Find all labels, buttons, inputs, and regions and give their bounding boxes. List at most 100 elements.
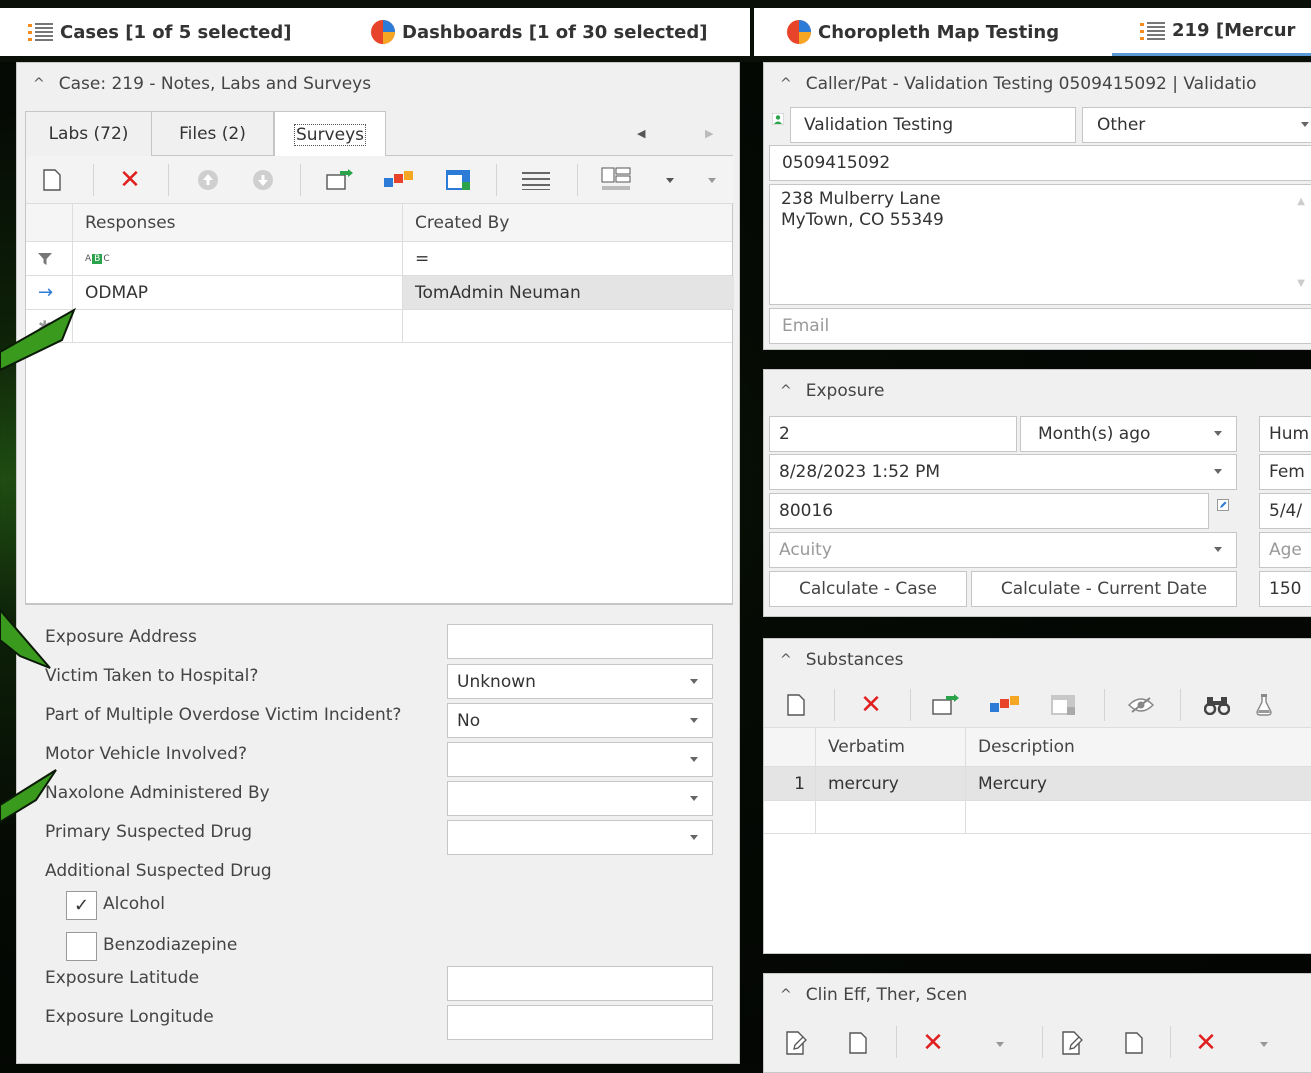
caller-address-textarea[interactable]: 238 Mulberry Lane MyTown, CO 55349 ▲ ▼ <box>769 184 1311 305</box>
new-document-icon[interactable] <box>1122 1030 1146 1056</box>
collapse-chevron-icon[interactable]: ^ <box>33 76 45 92</box>
callout-arrow <box>0 307 76 372</box>
gender-select[interactable]: Fem <box>1259 454 1311 490</box>
filter-created-by[interactable]: = <box>403 242 734 275</box>
document-tab-bar: Cases [1 of 5 selected] Dashboards [1 of… <box>0 0 1311 62</box>
dropdown-arrow-icon[interactable] <box>666 178 674 183</box>
subtab-surveys[interactable]: Surveys <box>274 111 386 157</box>
scroll-down-icon[interactable]: ▼ <box>1297 273 1305 294</box>
calculate-current-date-button[interactable]: Calculate - Current Date <box>971 571 1237 607</box>
column-header-created-by[interactable]: Created By <box>403 204 734 241</box>
latitude-input[interactable] <box>447 966 713 1001</box>
benzodiazepine-checkbox[interactable] <box>66 932 97 961</box>
column-header-verbatim[interactable]: Verbatim <box>816 728 966 766</box>
cell-created-by[interactable]: TomAdmin Neuman <box>403 276 734 309</box>
subtab-labs[interactable]: Labs (72) <box>25 111 152 156</box>
scroll-left-icon[interactable]: ◀ <box>637 127 645 140</box>
scroll-right-icon[interactable]: ▶ <box>705 127 713 140</box>
hide-eye-icon[interactable] <box>1126 693 1156 717</box>
motor-vehicle-select[interactable] <box>447 742 713 777</box>
delete-icon[interactable]: ✕ <box>859 690 883 720</box>
edit-document-icon[interactable] <box>1060 1030 1086 1056</box>
collapse-chevron-icon[interactable]: ^ <box>780 76 792 92</box>
table-row[interactable]: → ODMAP TomAdmin Neuman <box>26 276 734 310</box>
cell-new-created-by[interactable] <box>403 310 734 342</box>
collapse-chevron-icon[interactable]: ^ <box>780 383 792 399</box>
collapse-chevron-icon[interactable]: ^ <box>780 652 792 668</box>
chevron-down-icon <box>1301 122 1309 127</box>
cell-description[interactable]: Mercury <box>966 767 1311 800</box>
exposure-amount-input[interactable]: 2 <box>769 416 1017 452</box>
new-item-row[interactable]: ✱ <box>26 310 732 343</box>
panel-header[interactable]: ^ Caller/Pat - Validation Testing 050941… <box>764 63 1311 105</box>
export-icon[interactable] <box>932 693 960 717</box>
age-input[interactable]: Age <box>1259 532 1311 568</box>
subtab-files[interactable]: Files (2) <box>152 111 274 156</box>
species-select[interactable]: Hum <box>1259 416 1311 452</box>
columns-chooser-icon[interactable] <box>384 168 414 192</box>
email-input[interactable]: Email <box>769 308 1311 344</box>
tab-choropleth[interactable]: Choropleth Map Testing <box>754 8 1112 56</box>
dropdown-arrow-icon[interactable] <box>1260 1042 1268 1047</box>
cell-new-verbatim[interactable] <box>816 801 966 833</box>
layout-icon[interactable] <box>444 168 472 192</box>
tab-case-219[interactable]: 219 [Mercur <box>1112 8 1311 56</box>
surveys-grid-area: ✕ Responses Created By A B C = → ODMAP T… <box>25 156 734 604</box>
caller-type-select[interactable]: Other <box>1082 107 1311 143</box>
panel-header[interactable]: ^ Clin Eff, Ther, Scen <box>764 974 1311 1016</box>
flask-icon[interactable] <box>1252 693 1276 717</box>
move-down-icon[interactable] <box>251 168 275 192</box>
exposure-address-input[interactable] <box>447 624 713 659</box>
victim-hospital-select[interactable]: Unknown <box>447 664 713 699</box>
new-item-row[interactable] <box>764 801 1311 834</box>
collapse-chevron-icon[interactable]: ^ <box>780 987 792 1003</box>
delete-icon[interactable]: ✕ <box>118 165 142 195</box>
acuity-select[interactable]: Acuity <box>769 532 1237 568</box>
table-row[interactable]: 1 mercury Mercury <box>764 767 1311 801</box>
cell-verbatim[interactable]: mercury <box>816 767 966 800</box>
edit-document-icon[interactable] <box>784 1030 810 1056</box>
export-icon[interactable] <box>326 168 354 192</box>
panel-header[interactable]: ^ Substances <box>764 639 1311 681</box>
filter-responses[interactable]: ABC <box>73 242 403 275</box>
list-icon <box>1140 20 1166 42</box>
weight-input[interactable]: 150 <box>1259 571 1311 607</box>
scroll-up-icon[interactable]: ▲ <box>1297 191 1305 212</box>
column-header-description[interactable]: Description <box>966 728 1311 766</box>
column-header-responses[interactable]: Responses <box>73 204 403 241</box>
caller-name-input[interactable]: Validation Testing <box>790 107 1076 143</box>
move-up-icon[interactable] <box>196 168 220 192</box>
layout-grid-icon[interactable] <box>600 166 634 194</box>
binoculars-icon[interactable] <box>1202 693 1232 717</box>
menu-lines-icon[interactable] <box>521 168 551 192</box>
new-document-icon[interactable] <box>784 693 808 717</box>
tab-dashboards[interactable]: Dashboards [1 of 30 selected] <box>340 8 750 56</box>
exposure-unit-select[interactable]: Month(s) ago <box>1020 416 1237 452</box>
primary-drug-select[interactable] <box>447 820 713 855</box>
cell-new-description[interactable] <box>966 801 1311 833</box>
cell-new-response[interactable] <box>73 310 403 342</box>
calculate-case-button[interactable]: Calculate - Case <box>769 571 967 607</box>
edit-icon[interactable] <box>1217 496 1229 516</box>
alcohol-checkbox[interactable]: ✓ <box>66 891 97 920</box>
dropdown-arrow-icon[interactable] <box>996 1042 1004 1047</box>
grid-header-row: Verbatim Description <box>764 728 1311 767</box>
multiple-overdose-select[interactable]: No <box>447 703 713 738</box>
columns-chooser-icon[interactable] <box>990 693 1020 717</box>
new-document-icon[interactable] <box>40 168 64 192</box>
exposure-datetime-select[interactable]: 8/28/2023 1:52 PM <box>769 454 1237 490</box>
longitude-input[interactable] <box>447 1005 713 1040</box>
new-document-icon[interactable] <box>846 1030 870 1056</box>
delete-icon[interactable]: ✕ <box>921 1028 945 1058</box>
panel-header[interactable]: ^ Case: 219 - Notes, Labs and Surveys <box>17 63 739 105</box>
panel-header[interactable]: ^ Exposure <box>764 370 1311 412</box>
layout-icon[interactable] <box>1049 693 1077 717</box>
cell-response[interactable]: ODMAP <box>73 276 403 309</box>
birthdate-input[interactable]: 5/4/ <box>1259 493 1311 529</box>
naxolone-select[interactable] <box>447 781 713 816</box>
overflow-arrow-icon[interactable] <box>708 178 716 183</box>
delete-icon[interactable]: ✕ <box>1194 1028 1218 1058</box>
caller-phone-input[interactable]: 0509415092 <box>769 145 1311 181</box>
tab-cases[interactable]: Cases [1 of 5 selected] <box>0 8 340 56</box>
exposure-zip-input[interactable]: 80016 <box>769 493 1209 529</box>
